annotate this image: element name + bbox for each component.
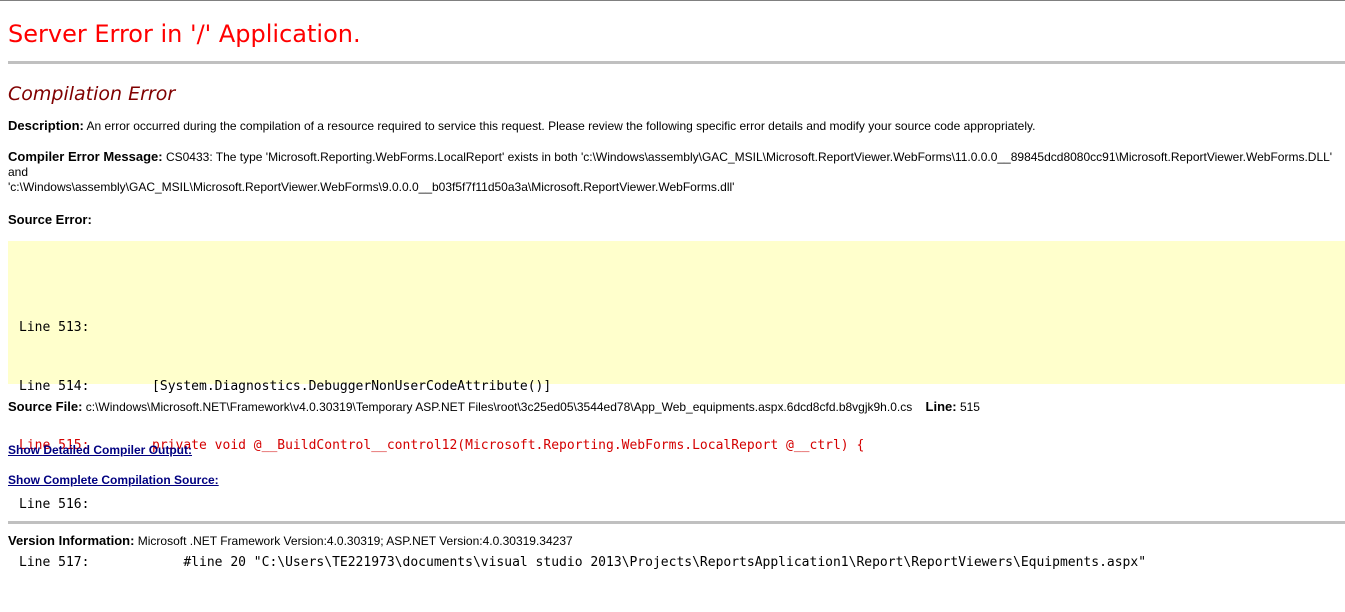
description-text: An error occurred during the compilation… bbox=[86, 119, 1036, 133]
code-line: Line 513: bbox=[19, 320, 90, 336]
footer-divider bbox=[8, 521, 1345, 524]
description-label: Description: bbox=[8, 118, 84, 133]
page-subtitle: Compilation Error bbox=[8, 83, 176, 105]
source-file: Source File: c:\Windows\Microsoft.NET\Fr… bbox=[8, 399, 1337, 415]
source-file-path: c:\Windows\Microsoft.NET\Framework\v4.0.… bbox=[85, 400, 913, 414]
code-line: Line 517: #line 20 "C:\Users\TE221973\do… bbox=[19, 555, 1147, 571]
source-error-section: Source Error: bbox=[8, 212, 1337, 228]
error-page: Server Error in '/' Application. Compila… bbox=[0, 1, 1345, 570]
source-code-box: Line 513: Line 514: [System.Diagnostics.… bbox=[8, 241, 1345, 570]
compiler-error-label: Compiler Error Message: bbox=[8, 149, 163, 164]
show-detailed-compiler-output-link[interactable]: Show Detailed Compiler Output: bbox=[8, 443, 192, 457]
version-label: Version Information: bbox=[8, 533, 135, 548]
code-line: Line 514: [System.Diagnostics.DebuggerNo… bbox=[19, 378, 552, 394]
compiler-error-text-line2: 'c:\Windows\assembly\GAC_MSIL\Microsoft.… bbox=[8, 180, 735, 194]
source-line-label: Line: bbox=[925, 399, 957, 414]
version-information: Version Information: Microsoft .NET Fram… bbox=[8, 533, 1337, 549]
description: Description: An error occurred during th… bbox=[8, 118, 1337, 134]
compiler-error-text-line1: CS0433: The type 'Microsoft.Reporting.We… bbox=[8, 150, 1333, 179]
version-text: Microsoft .NET Framework Version:4.0.303… bbox=[137, 534, 573, 548]
source-error-label: Source Error: bbox=[8, 212, 92, 227]
source-line-value: 515 bbox=[959, 400, 980, 414]
code-line: Line 516: bbox=[19, 496, 90, 512]
show-complete-compilation-source-link[interactable]: Show Complete Compilation Source: bbox=[8, 473, 219, 487]
source-file-label: Source File: bbox=[8, 399, 83, 414]
page-title: Server Error in '/' Application. bbox=[8, 20, 361, 48]
compiler-error-message: Compiler Error Message: CS0433: The type… bbox=[8, 149, 1337, 195]
